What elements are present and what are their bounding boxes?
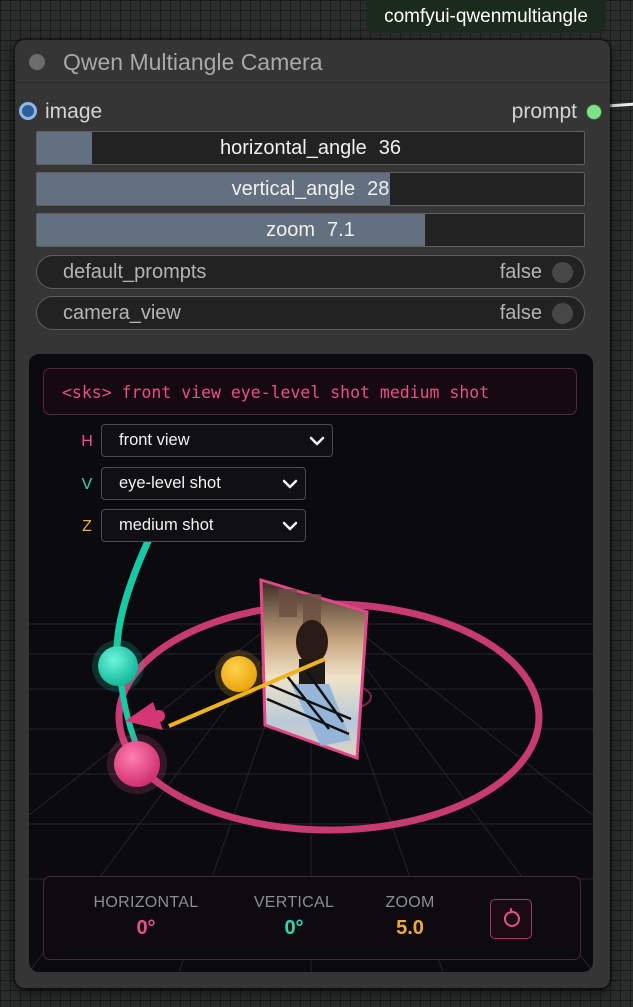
slider-name: vertical_angle	[231, 178, 356, 200]
vertical-view-select[interactable]: eye-level shot	[101, 467, 306, 500]
horizontal-readout: HORIZONTAL 0°	[88, 894, 204, 940]
zoom-label: ZOOM	[385, 894, 435, 911]
camera-lens	[153, 710, 165, 722]
collapse-toggle-icon[interactable]	[29, 54, 45, 70]
horizontal-label: HORIZONTAL	[93, 894, 199, 911]
toggle-label: camera_view	[63, 302, 181, 324]
reset-camera-button[interactable]	[490, 899, 532, 939]
generated-prompt-text: <sks> front view eye-level shot medium s…	[43, 368, 577, 415]
selector-letter-v: V	[81, 476, 93, 493]
vertical-label: VERTICAL	[253, 894, 335, 911]
selector-letter-z: Z	[82, 518, 92, 535]
chevron-down-icon	[282, 521, 298, 531]
camera-info-panel: HORIZONTAL 0° VERTICAL 0° ZOOM 5.0	[43, 876, 581, 960]
horizontal-angle-slider[interactable]: horizontal_angle 36	[36, 131, 585, 165]
zoom-handle[interactable]	[221, 656, 257, 692]
camera-view-toggle[interactable]: camera_view false	[36, 296, 585, 330]
vertical-readout: VERTICAL 0°	[244, 894, 344, 940]
prompt-output-label: prompt	[511, 100, 577, 123]
select-value: eye-level shot	[119, 474, 221, 492]
slider-name: horizontal_angle	[219, 137, 367, 159]
vertical-handle[interactable]	[98, 646, 138, 686]
qwen-multiangle-camera-node[interactable]: Qwen Multiangle Camera image prompt hori…	[15, 40, 610, 988]
node-title-bar[interactable]: Qwen Multiangle Camera	[15, 40, 610, 83]
zoom-slider[interactable]: zoom 7.1	[36, 213, 585, 247]
zoom-readout: ZOOM 5.0	[374, 894, 446, 940]
select-value: front view	[119, 431, 190, 449]
horizontal-view-select[interactable]: front view	[101, 424, 333, 457]
reset-icon	[504, 908, 520, 927]
zoom-shot-select[interactable]: medium shot	[101, 509, 306, 542]
slider-value: 36	[378, 137, 402, 159]
toggle-knob-icon	[552, 262, 573, 283]
toggle-label: default_prompts	[63, 261, 207, 283]
node-title: Qwen Multiangle Camera	[63, 49, 323, 75]
zoom-value: 5.0	[396, 917, 424, 939]
vertical-angle-slider[interactable]: vertical_angle 28	[36, 172, 585, 206]
horizontal-handle[interactable]	[114, 741, 160, 787]
chevron-down-icon	[309, 436, 325, 446]
vertical-value: 0°	[284, 917, 304, 939]
select-value: medium shot	[119, 516, 214, 534]
toggle-value: false	[499, 261, 542, 283]
camera-viewport[interactable]: <sks> front view eye-level shot medium s…	[29, 354, 593, 972]
toggle-value: false	[499, 302, 542, 324]
group-badge[interactable]: comfyui-qwenmultiangle	[366, 0, 606, 33]
default-prompts-toggle[interactable]: default_prompts false	[36, 255, 585, 289]
slider-value: 7.1	[327, 219, 355, 241]
toggle-knob-icon	[552, 303, 573, 324]
selector-letter-h: H	[81, 433, 93, 450]
horizontal-value: 0°	[136, 917, 156, 939]
image-input-slot-icon[interactable]	[19, 102, 37, 120]
slider-value: 28	[367, 178, 390, 200]
chevron-down-icon	[282, 479, 298, 489]
prompt-output-slot-icon[interactable]	[586, 104, 602, 120]
slider-name: zoom	[266, 219, 316, 241]
image-input-label: image	[45, 100, 103, 123]
